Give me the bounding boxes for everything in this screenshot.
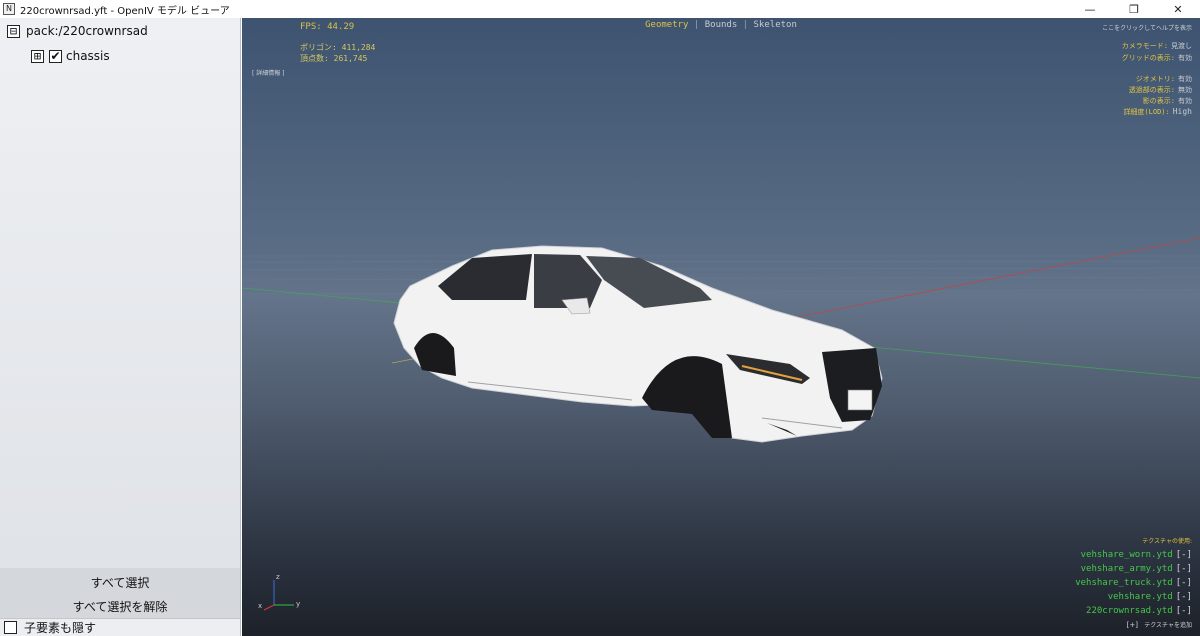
setting-transparency[interactable]: 透過部の表示: 無効: [1129, 85, 1192, 95]
close-button[interactable]: ✕: [1156, 0, 1200, 18]
minimize-button[interactable]: —: [1068, 0, 1112, 18]
ground-grid: [242, 255, 1200, 295]
setting-value: High: [1172, 107, 1192, 116]
select-all-button[interactable]: すべて選択: [0, 570, 240, 594]
mode-separator: |: [742, 20, 749, 30]
axis-gizmo: z y x: [258, 573, 300, 611]
texture-name: vehshare.ytd: [1107, 592, 1173, 602]
setting-value: 見渡し: [1171, 42, 1192, 50]
setting-geometry[interactable]: ジオメトリ: 有効: [1136, 74, 1192, 84]
restore-button[interactable]: ❐: [1112, 0, 1156, 18]
texture-name: vehshare_truck.ytd: [1075, 578, 1173, 588]
setting-value: 有効: [1178, 97, 1192, 105]
help-link[interactable]: ここをクリックしてヘルプを表示: [1102, 23, 1192, 32]
remove-texture-button[interactable]: [-]: [1176, 592, 1192, 602]
add-texture-label: テクスチャを追加: [1144, 622, 1192, 629]
axis-y-label: y: [296, 600, 300, 608]
remove-texture-button[interactable]: [-]: [1176, 550, 1192, 560]
mode-skeleton[interactable]: Skeleton: [754, 20, 797, 30]
texture-item: vehshare_worn.ytd [-]: [1075, 548, 1192, 562]
setting-value: 有効: [1178, 75, 1192, 83]
texture-usage-title: テクスチャの使用:: [1142, 538, 1192, 545]
texture-item: 220crownrsad.ytd [-]: [1075, 604, 1192, 618]
3d-viewport[interactable]: FPS: 44.29 ポリゴン: 411,284 頂点数: 261,745 [ …: [242, 18, 1200, 636]
expand-icon[interactable]: ⊞: [31, 49, 44, 63]
tree-node-root[interactable]: ⊟ pack:/220crownrsad: [7, 24, 148, 38]
texture-name: 220crownrsad.ytd: [1086, 606, 1173, 616]
model-tree-panel: ⊟ pack:/220crownrsad ⊞ ✔ chassis すべて選択 す…: [0, 18, 241, 636]
mode-separator: |: [693, 20, 700, 30]
texture-list: vehshare_worn.ytd [-] vehshare_army.ytd [-…: [1075, 548, 1192, 618]
render-mode-bar: Geometry | Bounds | Skeleton: [242, 20, 1200, 30]
texture-item: vehshare_army.ytd [-]: [1075, 562, 1192, 576]
setting-grid[interactable]: グリッドの表示: 有効: [1122, 53, 1192, 63]
texture-item: vehshare.ytd [-]: [1075, 590, 1192, 604]
tree-node-root-label[interactable]: pack:/220crownrsad: [26, 24, 148, 38]
tree-node-chassis[interactable]: ⊞ ✔ chassis: [31, 49, 110, 63]
window-title: 220crownrsad.yft - OpenIV モデル ビューア: [20, 5, 230, 17]
scene-render: [242, 237, 1200, 443]
mode-bounds[interactable]: Bounds: [705, 20, 738, 30]
app-icon: N: [3, 3, 15, 15]
mode-geometry[interactable]: Geometry: [645, 20, 688, 30]
axis-z-label: z: [276, 573, 280, 581]
deselect-all-button[interactable]: すべて選択を解除: [0, 594, 240, 618]
setting-camera-mode[interactable]: カメラモード: 見渡し: [1122, 41, 1192, 51]
setting-value: 有効: [1178, 54, 1192, 62]
setting-value: 無効: [1178, 86, 1192, 94]
setting-label: ジオメトリ:: [1135, 75, 1175, 83]
selection-buttons: すべて選択 すべて選択を解除: [0, 568, 240, 618]
car-model: [393, 245, 883, 443]
detail-info-toggle[interactable]: [ 詳細情報 ]: [252, 68, 285, 77]
vertex-count: 頂点数: 261,745: [300, 54, 368, 63]
hide-children-label: 子要素も隠す: [24, 621, 97, 635]
setting-label: 詳細度(LOD):: [1123, 108, 1170, 116]
tree-node-chassis-label[interactable]: chassis: [66, 49, 110, 63]
add-texture-row[interactable]: [+] テクスチャを追加: [1127, 620, 1192, 629]
window-controls: — ❐ ✕: [1068, 0, 1200, 18]
texture-name: vehshare_worn.ytd: [1080, 550, 1173, 560]
setting-label: グリッドの表示:: [1121, 54, 1175, 62]
texture-name: vehshare_army.ytd: [1080, 564, 1173, 574]
texture-item: vehshare_truck.ytd [-]: [1075, 576, 1192, 590]
title-bar: N 220crownrsad.yft - OpenIV モデル ビューア — ❐…: [0, 0, 1200, 18]
collapse-icon[interactable]: ⊟: [7, 24, 20, 38]
axis-x-label: x: [258, 602, 262, 610]
polygon-count: ポリゴン: 411,284: [300, 43, 376, 52]
hide-children-checkbox[interactable]: [4, 621, 17, 634]
setting-label: 透過部の表示:: [1128, 86, 1175, 94]
chassis-visibility-checkbox[interactable]: ✔: [49, 49, 62, 63]
setting-label: 影の表示:: [1142, 97, 1175, 105]
remove-texture-button[interactable]: [-]: [1176, 578, 1192, 588]
hide-children-row[interactable]: 子要素も隠す: [0, 618, 240, 636]
setting-lod[interactable]: 詳細度(LOD): High: [1123, 107, 1192, 117]
remove-texture-button[interactable]: [-]: [1176, 564, 1192, 574]
add-texture-button[interactable]: [+]: [1127, 621, 1138, 629]
axis-line-red: [761, 237, 1200, 325]
setting-shadows[interactable]: 影の表示: 有効: [1143, 96, 1192, 106]
remove-texture-button[interactable]: [-]: [1176, 606, 1192, 616]
setting-label: カメラモード:: [1121, 42, 1168, 50]
